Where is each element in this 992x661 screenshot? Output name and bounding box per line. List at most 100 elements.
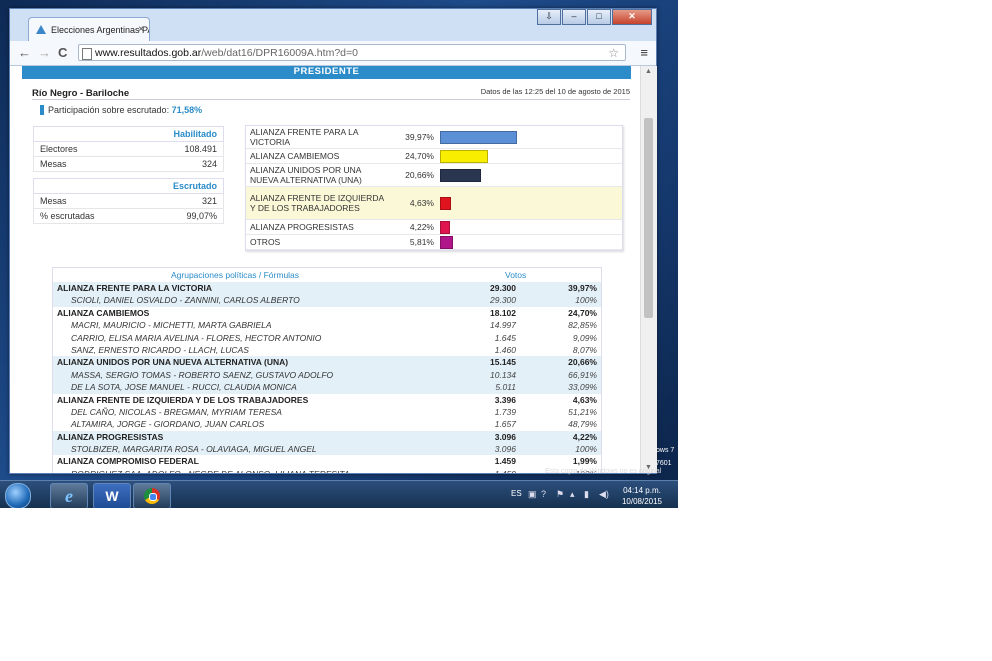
result-bar [440, 130, 518, 144]
stat-value: 108.491 [184, 144, 217, 154]
word-icon[interactable]: W [93, 483, 131, 508]
party-name: ALIANZA CAMBIEMOS [250, 151, 340, 161]
escrutado-title: Escrutado [33, 178, 224, 194]
bookmark-star-icon[interactable]: ☆ [608, 45, 619, 62]
party-row: ALIANZA FRENTE PARA LA VICTORIA 29.300 39,… [53, 282, 601, 295]
row-votes: 1.459 [494, 456, 516, 467]
stat-label: % escrutadas [40, 211, 95, 221]
row-percent: 66,91% [568, 369, 597, 380]
help-icon[interactable]: ? [541, 489, 546, 499]
result-row: ALIANZA FRENTE DE IZQUIERDA Y DE LOS TRA… [246, 187, 622, 220]
row-votes: 18.102 [490, 307, 516, 318]
habilitado-title: Habilitado [33, 126, 224, 142]
page-viewport: PRESIDENTE Río Negro - Bariloche Datos d… [10, 66, 640, 473]
row-votes: 10.134 [490, 369, 516, 380]
signal-icon[interactable]: ▮ [584, 489, 589, 500]
maximize-button[interactable]: □ [587, 9, 611, 25]
row-name: SCIOLI, DANIEL OSVALDO - ZANNINI, CARLOS… [71, 295, 300, 306]
row-percent: 33,09% [568, 382, 597, 393]
row-percent: 24,70% [568, 307, 597, 318]
minimize-button[interactable]: – [562, 9, 586, 25]
stat-row: Mesas 321 [33, 194, 224, 209]
browser-toolbar: ← → C www.resultados.gob.ar/web/dat16/DP… [10, 41, 656, 66]
header-votes: Votos [505, 270, 527, 280]
taskbar: e W ES ▣ ? ⚑ ▴ ▮ ◀) 04:14 p.m. 10/08/201… [0, 480, 678, 508]
candidate-row: ALTAMIRA, JORGE - GIORDANO, JUAN CARLOS 1… [53, 418, 601, 430]
row-name: STOLBIZER, MARGARITA ROSA - OLAVIAGA, MI… [71, 444, 317, 455]
candidate-row: SCIOLI, DANIEL OSVALDO - ZANNINI, CARLOS… [53, 294, 601, 307]
scroll-thumb[interactable] [644, 118, 653, 318]
row-name: MASSA, SERGIO TOMAS - ROBERTO SAENZ, GUS… [71, 369, 334, 380]
party-percent: 39,97% [405, 132, 434, 142]
row-name: SANZ, ERNESTO RICARDO - LLACH, LUCAS [71, 344, 249, 355]
party-row: ALIANZA COMPROMISO FEDERAL 1.459 1,99% [53, 455, 601, 467]
row-name: ALIANZA UNIDOS POR UNA NUEVA ALTERNATIVA… [57, 357, 289, 368]
party-percent: 4,63% [409, 198, 434, 208]
row-percent: 100% [575, 444, 597, 455]
party-name: ALIANZA FRENTE PARA LA VICTORIA [250, 127, 359, 147]
internet-explorer-icon[interactable]: e [50, 483, 88, 508]
row-votes: 1.645 [494, 332, 516, 343]
row-votes: 1.460 [494, 344, 516, 355]
close-button[interactable]: ✕ [612, 9, 652, 25]
stat-row: % escrutadas 99,07% [33, 209, 224, 224]
scroll-up-icon[interactable]: ▲ [645, 68, 652, 75]
result-bar [440, 220, 450, 234]
candidate-row: MACRI, MAURICIO - MICHETTI, MARTA GABRIE… [53, 319, 601, 331]
window-controls: ⇩ – □ ✕ [536, 9, 652, 25]
start-button[interactable] [5, 483, 31, 508]
url-path: /web/dat16/DPR16009A.htm?d=0 [201, 47, 358, 59]
row-name: ALIANZA COMPROMISO FEDERAL [57, 456, 199, 467]
clock[interactable]: 04:14 p.m. 10/08/2015 [622, 485, 662, 507]
row-name: CARRIO, ELISA MARIA AVELINA - FLORES, HE… [71, 332, 322, 343]
address-bar[interactable]: www.resultados.gob.ar/web/dat16/DPR16009… [78, 44, 626, 61]
row-votes: 1.739 [494, 406, 516, 417]
forward-icon[interactable]: → [38, 45, 51, 60]
row-name: DE LA SOTA, JOSE MANUEL - RUCCI, CLAUDIA… [71, 382, 297, 393]
result-bar [440, 168, 481, 182]
row-name: ALIANZA FRENTE DE IZQUIERDA Y DE LOS TRA… [57, 394, 309, 405]
participation-value: 71,58% [171, 105, 203, 115]
party-row: ALIANZA PROGRESISTAS 3.096 4,22% [53, 430, 601, 444]
party-name: ALIANZA PROGRESISTAS [250, 222, 354, 232]
party-row: ALIANZA UNIDOS POR UNA NUEVA ALTERNATIVA… [53, 356, 601, 369]
language-indicator[interactable]: ES [511, 489, 522, 498]
clock-time: 04:14 p.m. [623, 486, 661, 495]
result-row: OTROS 5,81% [246, 235, 622, 250]
chrome-icon[interactable] [133, 483, 171, 508]
row-name: ALIANZA FRENTE PARA LA VICTORIA [57, 283, 213, 293]
row-votes: 1.459 [495, 468, 516, 473]
row-percent: 48,79% [568, 419, 597, 430]
party-row: ALIANZA CAMBIEMOS 18.102 24,70% [53, 307, 601, 319]
flag-icon[interactable]: ⚑ [556, 489, 564, 500]
stat-label: Electores [40, 144, 78, 154]
volume-icon[interactable]: ◀) [599, 489, 609, 500]
download-icon[interactable]: ⇩ [537, 9, 561, 25]
row-percent: 51,21% [568, 406, 597, 417]
party-percent: 20,66% [405, 170, 434, 180]
back-icon[interactable]: ← [18, 45, 31, 60]
browser-tab[interactable]: Elecciones Argentinas PAS × [28, 17, 150, 41]
table-body: ALIANZA FRENTE PARA LA VICTORIA 29.300 39,… [53, 282, 601, 473]
row-percent: 4,63% [572, 394, 597, 405]
page-banner: PRESIDENTE [22, 66, 631, 79]
row-name: ALIANZA PROGRESISTAS [57, 431, 164, 442]
network-icon[interactable]: ▣ [528, 489, 537, 500]
site-favicon-icon [36, 25, 46, 34]
reload-icon[interactable]: C [58, 45, 67, 60]
participation-label: Participación sobre escrutado: [48, 105, 170, 115]
menu-icon[interactable]: ≡ [640, 45, 648, 60]
scrollbar[interactable]: ▲ ▼ [640, 66, 657, 473]
row-percent: 1,99% [572, 456, 597, 467]
result-bar [440, 196, 451, 210]
result-row: ALIANZA CAMBIEMOS 24,70% [246, 149, 622, 164]
tab-close-icon[interactable]: × [138, 24, 144, 35]
row-percent: 8,07% [572, 344, 597, 355]
windows-notice: Esta copia de Windows no es original [545, 468, 662, 475]
party-name: ALIANZA UNIDOS POR UNA NUEVA ALTERNATIVA… [250, 165, 362, 185]
desktop: Elecciones Argentinas PAS × ⇩ – □ ✕ ← → … [0, 0, 678, 508]
result-row: ALIANZA FRENTE PARA LA VICTORIA 39,97% [246, 126, 622, 149]
result-bar [440, 235, 453, 249]
party-row: ALIANZA FRENTE DE IZQUIERDA Y DE LOS TRA… [53, 394, 601, 406]
show-hidden-icon[interactable]: ▴ [570, 489, 575, 500]
